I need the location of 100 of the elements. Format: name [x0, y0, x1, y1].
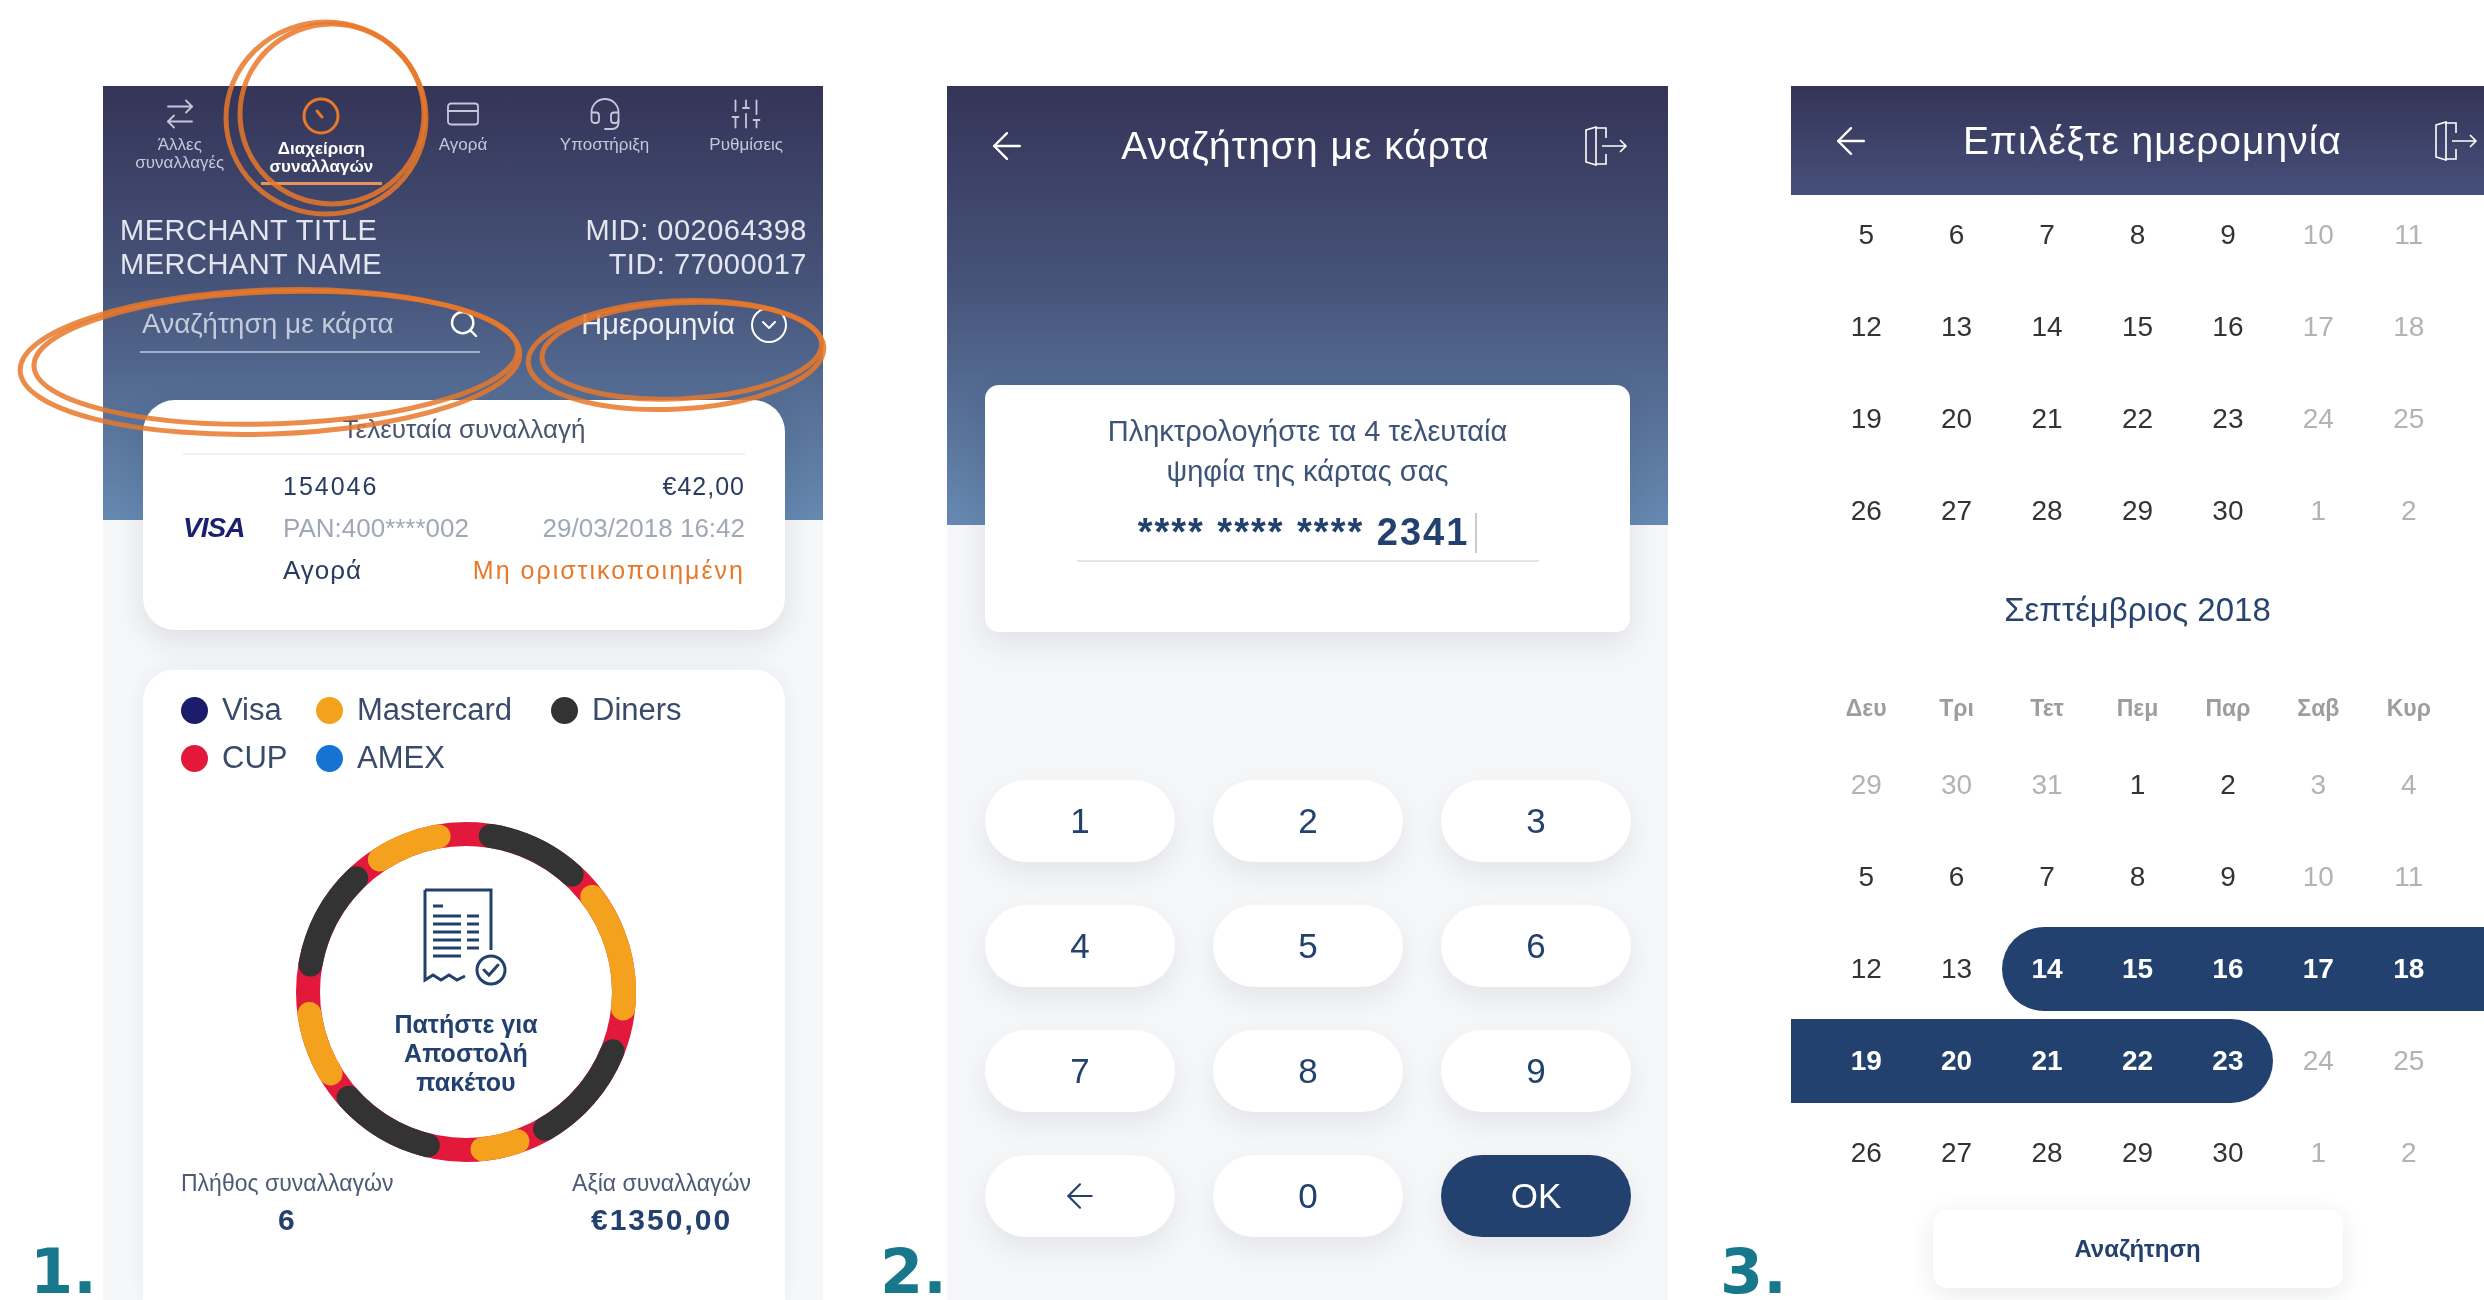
calendar-day[interactable]: 29	[2092, 471, 2183, 551]
merchant-name-text: MERCHANT NAME	[120, 246, 383, 281]
calendar-day[interactable]: 20	[1911, 379, 2002, 459]
transaction-amount: €42,00	[662, 471, 745, 501]
exit-button[interactable]	[1582, 126, 1630, 166]
calendar-day[interactable]: 19	[1821, 379, 1912, 459]
legend-label: CUP	[222, 740, 288, 776]
step-number: 1.	[30, 1244, 97, 1300]
calendar-day[interactable]: 26	[1821, 1111, 1912, 1195]
exit-button[interactable]	[2432, 120, 2480, 161]
digit-key[interactable]: 4	[985, 905, 1175, 987]
digit-key[interactable]: 6	[1441, 905, 1631, 987]
transaction-status: Μη οριστικοποιημένη	[472, 555, 745, 585]
card-title: Τελευταία συναλλαγή	[183, 414, 745, 455]
calendar-day[interactable]: 28	[2001, 1111, 2093, 1195]
calendar-day[interactable]: 8	[2092, 195, 2183, 275]
weekday-label: Σαβ	[2296, 694, 2341, 722]
calendar-day[interactable]: 9	[2182, 835, 2274, 919]
digit-key[interactable]: 5	[1213, 905, 1403, 987]
digit-key[interactable]: 1	[985, 780, 1175, 862]
digit-key[interactable]: 0	[1213, 1155, 1403, 1237]
weekday-label: Δευ	[1844, 694, 1888, 722]
calendar-day[interactable]: 22	[2092, 379, 2183, 459]
calendar-day[interactable]: 16	[2182, 927, 2274, 1011]
calendar-day[interactable]: 1	[2092, 743, 2183, 827]
calendar-day[interactable]: 21	[2001, 1019, 2093, 1103]
calendar-day[interactable]: 6	[1911, 835, 2002, 919]
legend-label: Mastercard	[357, 692, 513, 728]
card-number-field[interactable]: **** **** **** 2341	[1076, 511, 1539, 562]
calendar-day[interactable]: 12	[1821, 287, 1912, 367]
legend-label: Diners	[592, 692, 682, 728]
digit-key[interactable]: 7	[985, 1030, 1175, 1112]
calendar-day[interactable]: 15	[2092, 287, 2183, 367]
weekday-label: Παρ	[2204, 694, 2252, 722]
nav-tab[interactable]: Ρυθμίσεις	[685, 92, 807, 185]
calendar-day[interactable]: 8	[2092, 835, 2183, 919]
terminal-id-text: MID: 002064398	[585, 212, 807, 247]
weekday-label: Τρι	[1938, 694, 1975, 722]
calendar-day[interactable]: 13	[1911, 287, 2002, 367]
exit-icon	[1582, 126, 1630, 166]
legend-label: Visa	[222, 692, 282, 728]
calendar-day[interactable]: 23	[2182, 379, 2274, 459]
calendar-day[interactable]: 16	[2182, 287, 2274, 367]
digit-key[interactable]: 2	[1213, 780, 1403, 862]
screen-title: Επιλέξτε ημερομηνία	[1963, 118, 2342, 163]
weekday-label: Κυρ	[2385, 694, 2432, 722]
calendar-day[interactable]: 14	[2001, 287, 2093, 367]
ok-button[interactable]: OK	[1441, 1155, 1631, 1237]
calendar-day[interactable]: 20	[1911, 1019, 2002, 1103]
digit-key[interactable]: 8	[1213, 1030, 1403, 1112]
calendar-day[interactable]: 2	[2182, 743, 2274, 827]
nav-tab[interactable]: Αγορά	[402, 92, 524, 185]
calendar-day[interactable]: 22	[2092, 1019, 2183, 1103]
stat-value: 6	[277, 1203, 297, 1237]
calendar-day[interactable]: 9	[2182, 195, 2274, 275]
card-brand-logo: VISA	[183, 512, 246, 544]
calendar-day[interactable]: 28	[2001, 471, 2093, 551]
calendar-day[interactable]: 30	[2182, 1111, 2274, 1195]
nav-tab[interactable]: Υποστήριξη	[543, 92, 666, 185]
calendar-day[interactable]: 19	[1791, 1019, 1912, 1103]
calendar-day[interactable]: 18	[2363, 927, 2484, 1011]
transaction-datetime: 29/03/2018 16:42	[542, 512, 745, 544]
calendar-day[interactable]: 27	[1911, 1111, 2002, 1195]
calendar-day[interactable]: 30	[2182, 471, 2274, 551]
transaction-number: 154046	[283, 471, 379, 501]
stat-value: €1350,00	[590, 1203, 733, 1237]
screen-title: Αναζήτηση με κάρτα	[1121, 124, 1490, 168]
calendar-day[interactable]: 7	[2001, 835, 2093, 919]
gauge-icon	[301, 96, 342, 136]
transaction-type: Αγορά	[283, 554, 363, 586]
exit-icon	[2432, 120, 2480, 161]
calendar-day[interactable]: 27	[1911, 471, 2002, 551]
calendar-day[interactable]: 29	[2092, 1111, 2183, 1195]
weekday-label: Πεμ	[2115, 694, 2160, 722]
calendar-day[interactable]: 23	[2182, 1019, 2274, 1103]
search-button[interactable]: Αναζήτηση	[1932, 1210, 2343, 1288]
calendar-day[interactable]: 5	[1821, 835, 1912, 919]
calendar-day[interactable]: 21	[2001, 379, 2093, 459]
instruction-text: Πληκτρολογήστε τα 4 τελευταία ψηφία της κάρτας σας	[1106, 414, 1509, 489]
calendar-day[interactable]: 26	[1821, 471, 1912, 551]
calendar-day[interactable]: 12	[1821, 927, 1912, 1011]
digit-key[interactable]: 9	[1441, 1030, 1631, 1112]
month-title: Σεπτέμβριος 2018	[2003, 590, 2272, 630]
step-number: 3.	[1720, 1244, 1787, 1300]
calendar-day[interactable]: 17	[2273, 927, 2364, 1011]
step-number: 2.	[880, 1244, 947, 1300]
calendar-day[interactable]: 6	[1911, 195, 2002, 275]
digit-key[interactable]: 3	[1441, 780, 1631, 862]
terminal-id-text: TID: 77000017	[608, 246, 807, 281]
calendar-day[interactable]: 14	[2001, 927, 2093, 1011]
calendar-day[interactable]: 15	[2092, 927, 2183, 1011]
weekday-label: Τετ	[2029, 694, 2065, 722]
nav-tab[interactable]: Άλλες συναλλαγές	[119, 92, 241, 185]
calendar-day[interactable]: 13	[1911, 927, 2002, 1011]
legend-label: AMEX	[357, 740, 445, 776]
text-cursor	[1475, 512, 1478, 553]
calendar-day[interactable]: 5	[1821, 195, 1912, 275]
calendar-day[interactable]: 7	[2001, 195, 2093, 275]
stat-label: Αξία συναλλαγών	[572, 1170, 751, 1197]
stat-label: Πλήθος συναλλαγών	[181, 1170, 394, 1197]
